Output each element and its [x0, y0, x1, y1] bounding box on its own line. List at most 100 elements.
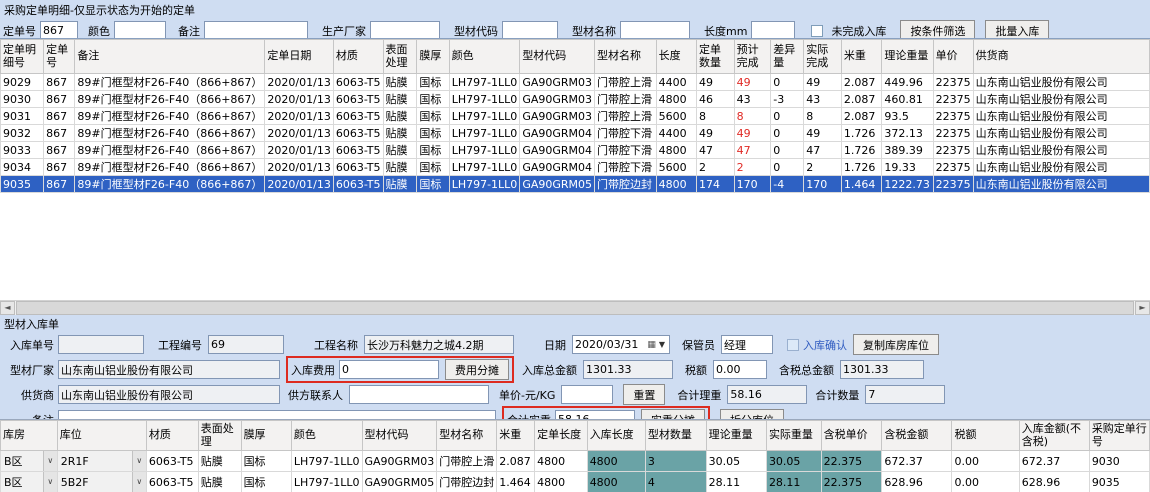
column-header[interactable]: 表面处理 — [383, 40, 417, 74]
table-cell: 89#门框型材F26-F40（866+867） — [75, 91, 265, 108]
column-header[interactable]: 单价 — [933, 40, 973, 74]
cost-allocate-button[interactable]: 费用分摊 — [445, 359, 509, 380]
table-cell: 6063-T5 — [333, 74, 383, 91]
table-cell[interactable]: 2R1F∨ — [57, 451, 146, 472]
column-header[interactable]: 定单号 — [44, 40, 75, 74]
table-cell: 8 — [697, 108, 735, 125]
table-row[interactable]: B区∨2R1F∨6063-T5贴膜国标LH797-1LL0GA90GRM03门带… — [1, 451, 1150, 472]
column-header[interactable]: 含税金额 — [882, 421, 952, 451]
column-header[interactable]: 实际完成 — [804, 40, 842, 74]
chevron-down-icon[interactable]: ∨ — [132, 472, 146, 492]
inbound-no-input[interactable] — [58, 335, 144, 354]
column-header[interactable]: 含税单价 — [821, 421, 882, 451]
table-row[interactable]: 903586789#门框型材F26-F40（866+867）2020/01/13… — [1, 176, 1150, 193]
supplier-contact-input[interactable] — [349, 385, 489, 404]
chevron-down-icon[interactable]: ∨ — [43, 472, 57, 492]
total-theory-weight-input[interactable] — [727, 385, 807, 404]
table-cell: 0.00 — [952, 472, 1019, 492]
table-row[interactable]: 903286789#门框型材F26-F40（866+867）2020/01/13… — [1, 125, 1150, 142]
table-cell: 4400 — [656, 74, 696, 91]
unit-price-input[interactable] — [561, 385, 613, 404]
table-cell: 49 — [804, 74, 842, 91]
column-header[interactable]: 库房 — [1, 421, 58, 451]
column-header[interactable]: 理论重量 — [882, 40, 933, 74]
table-row[interactable]: 902986789#门框型材F26-F40（866+867）2020/01/13… — [1, 74, 1150, 91]
column-header[interactable]: 预计完成 — [734, 40, 771, 74]
inbound-cost-input[interactable] — [339, 360, 439, 379]
scroll-right-icon[interactable]: ► — [1135, 301, 1150, 315]
table-cell: 49 — [697, 74, 735, 91]
inbound-confirm-checkbox[interactable] — [787, 339, 799, 351]
scrollbar-thumb[interactable] — [16, 301, 1134, 315]
column-header[interactable]: 型材代码 — [520, 40, 595, 74]
tax-total-input[interactable] — [840, 360, 924, 379]
column-header[interactable]: 采购定单行号 — [1089, 421, 1149, 451]
inbound-total-input[interactable] — [583, 360, 673, 379]
column-header[interactable]: 材质 — [333, 40, 383, 74]
column-header[interactable]: 长度 — [656, 40, 696, 74]
chevron-down-icon[interactable]: ▼ — [657, 340, 667, 349]
column-header[interactable]: 型材名称 — [437, 421, 497, 451]
column-header[interactable]: 定单长度 — [535, 421, 588, 451]
column-header[interactable]: 颜色 — [291, 421, 362, 451]
table-cell: 30.05 — [706, 451, 766, 472]
column-header[interactable]: 型材数量 — [645, 421, 706, 451]
unfinished-checkbox[interactable] — [811, 25, 823, 37]
column-header[interactable]: 备注 — [75, 40, 265, 74]
table-cell: 89#门框型材F26-F40（866+867） — [75, 108, 265, 125]
table-row[interactable]: 903086789#门框型材F26-F40（866+867）2020/01/13… — [1, 91, 1150, 108]
table-row[interactable]: 903386789#门框型材F26-F40（866+867）2020/01/13… — [1, 142, 1150, 159]
column-header[interactable]: 膜厚 — [417, 40, 449, 74]
tax-input[interactable] — [713, 360, 767, 379]
table-cell[interactable]: 5B2F∨ — [57, 472, 146, 492]
table-cell: 山东南山铝业股份有限公司 — [973, 142, 1149, 159]
copy-warehouse-location-button[interactable]: 复制库房库位 — [853, 334, 939, 355]
project-name-input[interactable] — [364, 335, 514, 354]
horizontal-scrollbar[interactable]: ◄ ► — [0, 300, 1150, 315]
column-header[interactable]: 库位 — [57, 421, 146, 451]
column-header[interactable]: 米重 — [841, 40, 881, 74]
column-header[interactable]: 理论重量 — [706, 421, 766, 451]
factory-input[interactable] — [58, 360, 280, 379]
column-header[interactable]: 定单日期 — [265, 40, 333, 74]
chevron-down-icon[interactable]: ∨ — [43, 451, 57, 471]
table-cell: 山东南山铝业股份有限公司 — [973, 74, 1149, 91]
total-qty-input[interactable] — [865, 385, 945, 404]
length-label: 长度mm — [704, 23, 747, 39]
table-row[interactable]: 903186789#门框型材F26-F40（866+867）2020/01/13… — [1, 108, 1150, 125]
keeper-input[interactable] — [721, 335, 773, 354]
supplier-input[interactable] — [58, 385, 280, 404]
column-header[interactable]: 型材代码 — [362, 421, 437, 451]
column-header[interactable]: 材质 — [146, 421, 198, 451]
table-cell: 2.087 — [841, 74, 881, 91]
table-cell: 9034 — [1, 159, 44, 176]
table-cell: 22375 — [933, 74, 973, 91]
table-row[interactable]: 903486789#门框型材F26-F40（866+867）2020/01/13… — [1, 159, 1150, 176]
project-no-input[interactable] — [208, 335, 284, 354]
column-header[interactable]: 供货商 — [973, 40, 1149, 74]
column-header[interactable]: 颜色 — [449, 40, 520, 74]
column-header[interactable]: 差异量 — [771, 40, 804, 74]
table-cell: 49 — [734, 74, 771, 91]
chevron-down-icon[interactable]: ∨ — [132, 451, 146, 471]
table-cell: 国标 — [241, 451, 291, 472]
column-header[interactable]: 税额 — [952, 421, 1019, 451]
scroll-left-icon[interactable]: ◄ — [0, 301, 15, 315]
column-header[interactable]: 定单数量 — [697, 40, 735, 74]
column-header[interactable]: 型材名称 — [595, 40, 657, 74]
column-header[interactable]: 表面处理 — [198, 421, 241, 451]
column-header[interactable]: 定单明细号 — [1, 40, 44, 74]
table-cell: 4800 — [587, 472, 645, 492]
unit-price-label: 单价-元/KG — [499, 387, 555, 403]
column-header[interactable]: 入库长度 — [587, 421, 645, 451]
column-header[interactable]: 膜厚 — [241, 421, 291, 451]
reset-button[interactable]: 重置 — [623, 384, 665, 405]
table-cell: 2.087 — [497, 451, 535, 472]
table-row[interactable]: B区∨5B2F∨6063-T5贴膜国标LH797-1LL0GA90GRM05门带… — [1, 472, 1150, 492]
column-header[interactable]: 米重 — [497, 421, 535, 451]
table-cell[interactable]: B区∨ — [1, 451, 58, 472]
column-header[interactable]: 入库金额(不含税) — [1019, 421, 1089, 451]
column-header[interactable]: 实际重量 — [766, 421, 821, 451]
table-cell[interactable]: B区∨ — [1, 472, 58, 492]
date-picker[interactable]: 2020/03/31 ▦ ▼ — [572, 335, 670, 354]
